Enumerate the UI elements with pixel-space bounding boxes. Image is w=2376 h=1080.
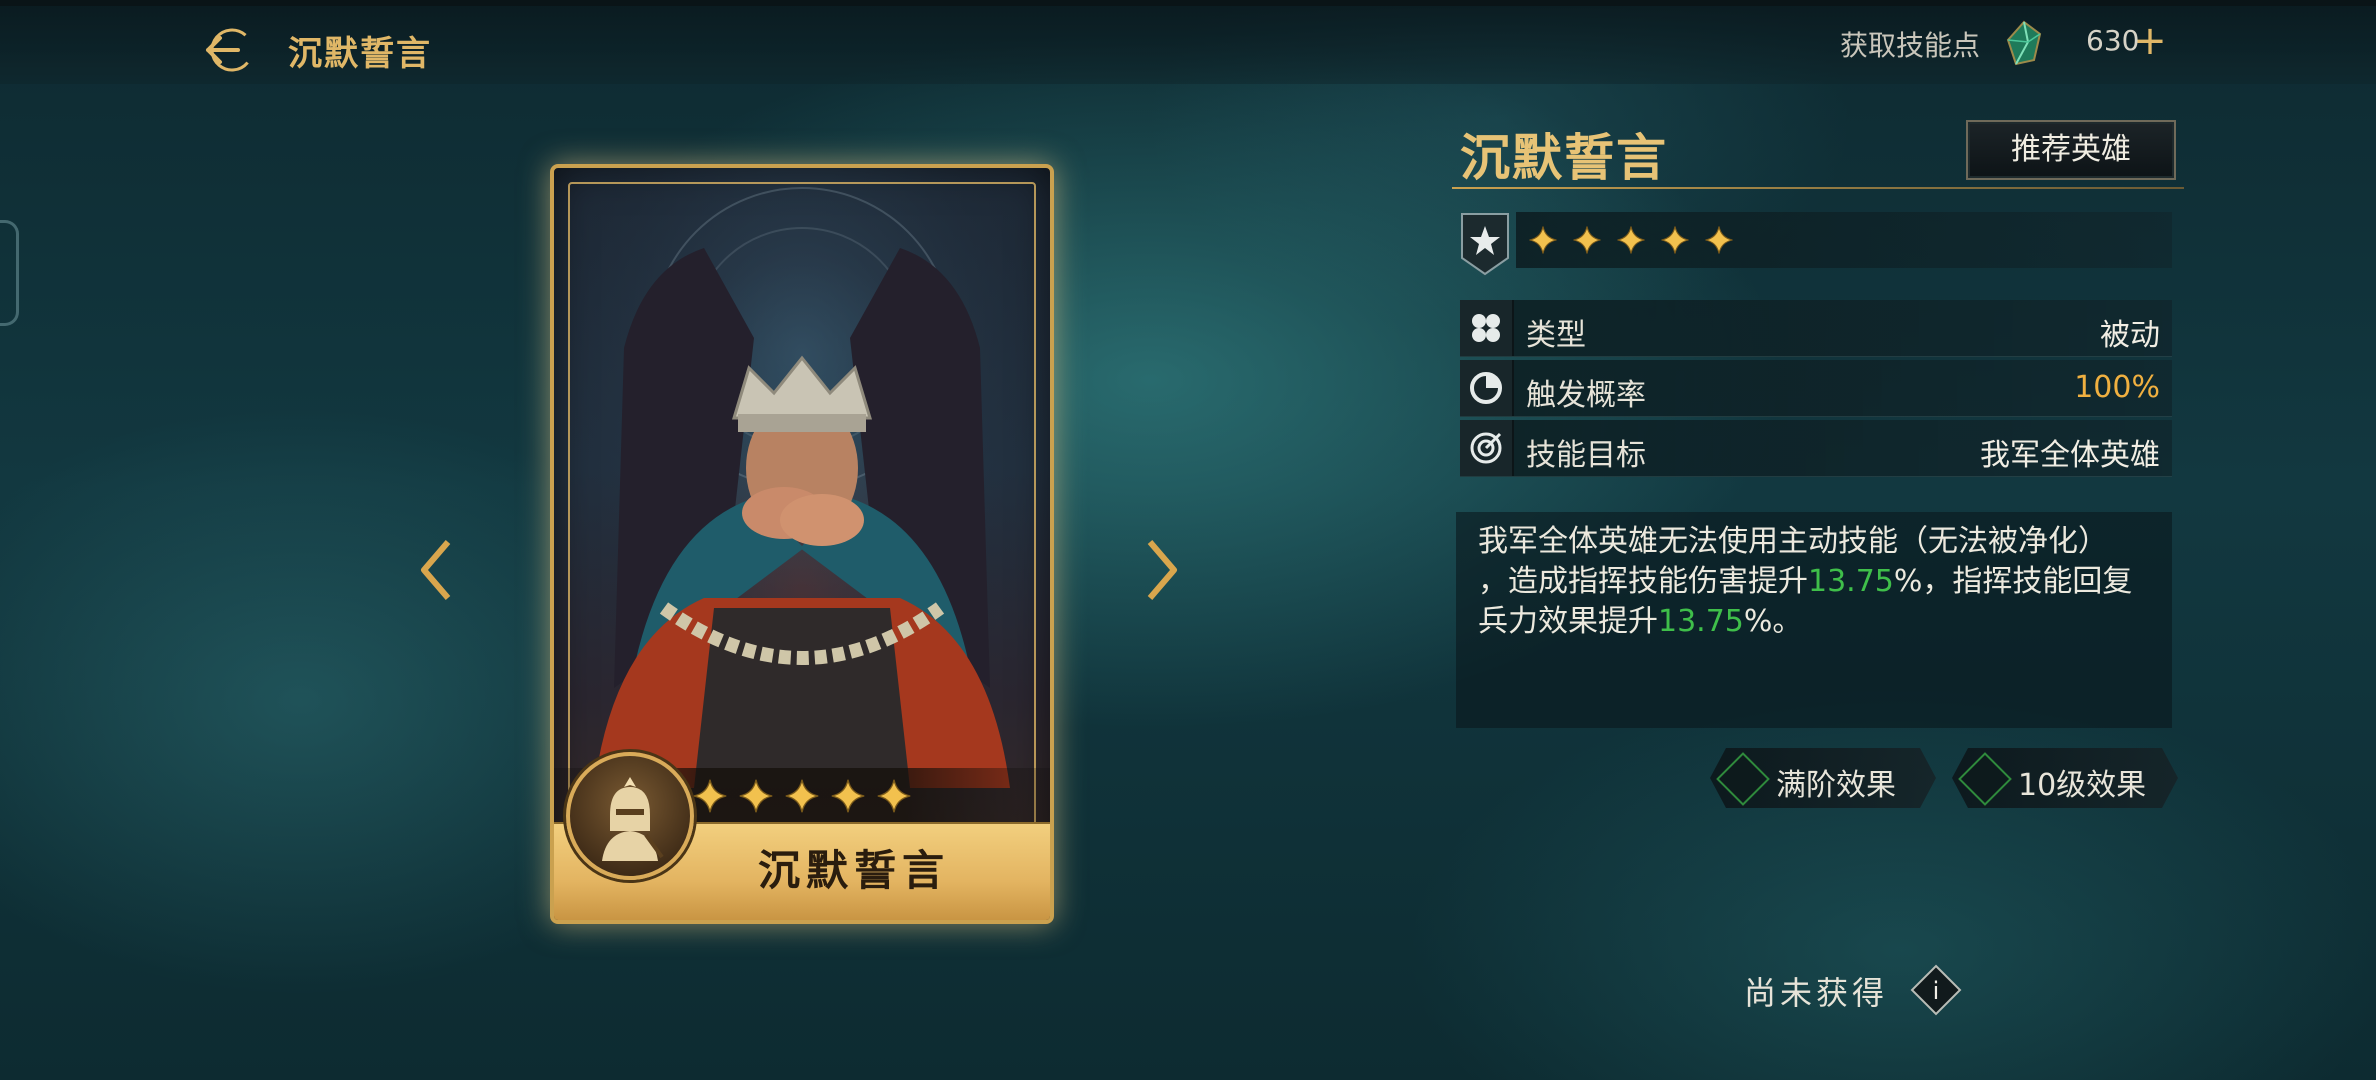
diamond-icon (1716, 752, 1770, 806)
attr-row-trigger-chance: 触发概率 100% (1460, 360, 2172, 417)
side-drawer-handle[interactable] (0, 220, 19, 326)
chevron-right-icon (1147, 540, 1177, 600)
back-arrow-icon (206, 28, 254, 72)
attr-row-target: 技能目标 我军全体英雄 (1460, 420, 2172, 477)
desc-text-part: ，造成指挥技能伤害提升 (1478, 564, 1808, 599)
attr-label: 类型 (1526, 318, 1586, 353)
info-button[interactable]: i (1910, 964, 1962, 1016)
back-button[interactable] (198, 20, 258, 80)
attr-value: 100% (2074, 370, 2160, 405)
attr-label: 触发概率 (1526, 378, 1646, 413)
level-10-effect-button[interactable]: 10级效果 (1952, 748, 2178, 808)
star-icon (785, 779, 819, 813)
star-icon (1573, 226, 1601, 254)
star-icon (831, 779, 865, 813)
skill-points-label: 获取技能点 (1840, 29, 1981, 62)
desc-highlight-value: 13.75 (1808, 564, 1894, 599)
skill-description: 我军全体英雄无法使用主动技能（无法被净化） ，造成指挥技能伤害提升13.75%，指… (1478, 522, 2158, 642)
page-title: 沉默誓言 (288, 34, 432, 74)
skill-card[interactable]: 沉默誓言 (550, 164, 1054, 924)
star-badge-icon (1461, 213, 1509, 276)
skill-title: 沉默誓言 (1460, 128, 1668, 187)
row-icon-cell (1460, 420, 1514, 476)
skill-type-icon (1472, 314, 1500, 342)
hero-portrait-avatar (566, 752, 694, 880)
skill-card-artwork (554, 168, 1050, 788)
attr-value: 我军全体英雄 (1980, 438, 2160, 473)
effect-button-label: 10级效果 (2018, 768, 2147, 803)
effect-button-label: 满阶效果 (1776, 768, 1896, 803)
skill-gem-icon (2006, 20, 2042, 66)
next-arrow-button[interactable] (1132, 530, 1192, 610)
top-bar: 沉默誓言 获取技能点 630 + (0, 0, 2376, 84)
card-star-rating (692, 772, 912, 820)
title-divider (1452, 187, 2184, 189)
diamond-icon (1958, 752, 2012, 806)
star-icon (1661, 226, 1689, 254)
star-icon (1529, 226, 1557, 254)
star-icon (693, 779, 727, 813)
row-icon-cell (1460, 360, 1514, 416)
star-icon (739, 779, 773, 813)
desc-highlight-value: 13.75 (1658, 604, 1744, 639)
card-name: 沉默誓言 (757, 846, 950, 895)
attr-label: 技能目标 (1526, 438, 1646, 473)
pie-chart-icon (1470, 372, 1502, 404)
prev-arrow-button[interactable] (406, 530, 466, 610)
star-icon (877, 779, 911, 813)
skill-star-rating (1528, 218, 1734, 262)
knight-helmet-icon (602, 777, 664, 861)
info-icon: i (1933, 977, 1940, 1005)
desc-text-part: %。 (1743, 604, 1803, 639)
skill-description-box: 我军全体英雄无法使用主动技能（无法被净化） ，造成指挥技能伤害提升13.75%，指… (1456, 512, 2172, 728)
target-icon (1470, 432, 1502, 464)
row-icon-cell (1460, 300, 1514, 356)
add-points-button[interactable]: + (2130, 18, 2170, 64)
attr-row-type: 类型 被动 (1460, 300, 2172, 357)
attr-value: 被动 (2100, 318, 2160, 353)
chevron-left-icon (421, 540, 451, 600)
recommended-heroes-button[interactable]: 推荐英雄 (1966, 120, 2176, 180)
star-icon (1705, 226, 1733, 254)
ownership-status: 尚未获得 (1744, 974, 1889, 1012)
desc-text-part: 我军全体英雄无法使用主动技能（无法被净化） (1478, 524, 2108, 559)
star-icon (1617, 226, 1645, 254)
max-rank-effect-button[interactable]: 满阶效果 (1710, 748, 1936, 808)
